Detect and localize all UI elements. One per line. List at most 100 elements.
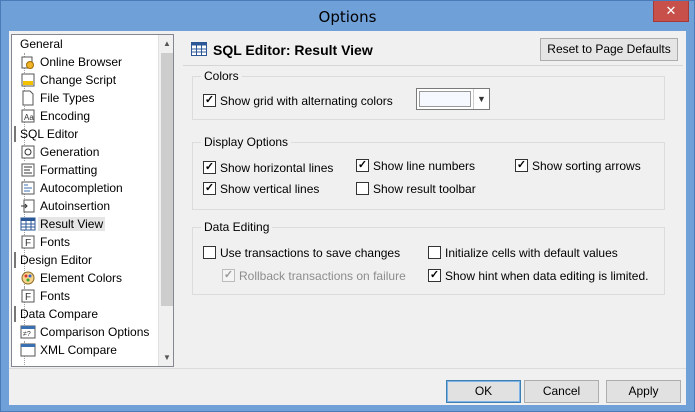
tree-item-file-types[interactable]: File Types bbox=[22, 89, 95, 107]
tree-category-design-editor[interactable]: Design Editor bbox=[20, 251, 92, 269]
checkbox-label: Show line numbers bbox=[373, 159, 476, 173]
pane-header: SQL Editor: Result View Reset to Page De… bbox=[183, 34, 683, 64]
generation-icon bbox=[21, 145, 35, 159]
close-button[interactable]: ✕ bbox=[653, 1, 689, 22]
checkbox-box[interactable]: ✓ bbox=[515, 159, 528, 172]
tree-label: Autoinsertion bbox=[40, 199, 111, 213]
checkbox-label: Show sorting arrows bbox=[532, 159, 641, 173]
tree-item-autocompletion[interactable]: Autocompletion bbox=[21, 179, 123, 197]
tree-label: File Types bbox=[40, 91, 95, 105]
checkbox-box[interactable]: ✓ bbox=[203, 94, 216, 107]
category-marker bbox=[14, 252, 16, 268]
checkbox-box[interactable] bbox=[356, 182, 369, 195]
group-label: Display Options bbox=[201, 135, 292, 149]
tree-label: Generation bbox=[40, 145, 100, 159]
tree-item-online-browser[interactable]: Online Browser bbox=[21, 53, 123, 71]
grid-icon bbox=[20, 217, 36, 231]
tree-item-autoinsertion[interactable]: Autoinsertion bbox=[21, 197, 111, 215]
tree-scrollbar[interactable]: ▲ ▼ bbox=[158, 35, 173, 366]
grid-icon bbox=[191, 42, 207, 56]
checkbox-box[interactable]: ✓ bbox=[203, 161, 216, 174]
svg-text:F: F bbox=[25, 238, 31, 249]
checkbox-label: Show vertical lines bbox=[220, 182, 320, 196]
tree-item-comparison-options[interactable]: ≠? Comparison Options bbox=[20, 323, 150, 341]
checkbox-label: Show hint when data editing is limited. bbox=[445, 269, 649, 283]
title-bar[interactable]: Options ✕ bbox=[1, 1, 694, 31]
checkbox-label: Show result toolbar bbox=[373, 182, 476, 196]
tree-category-data-compare[interactable]: Data Compare bbox=[20, 305, 98, 323]
tree-label: Change Script bbox=[40, 73, 117, 87]
window-title: Options bbox=[318, 8, 377, 26]
tree-label: SQL Editor bbox=[20, 127, 79, 141]
tree-item-fonts[interactable]: F Fonts bbox=[21, 233, 71, 251]
browser-icon bbox=[21, 56, 34, 69]
divider bbox=[183, 65, 683, 66]
cancel-button[interactable]: Cancel bbox=[524, 380, 599, 403]
checkbox-label: Use transactions to save changes bbox=[220, 246, 401, 260]
display-options-group: Display Options bbox=[192, 135, 665, 210]
checkbox-label: Initialize cells with default values bbox=[445, 246, 618, 260]
checkbox-box: ✓ bbox=[222, 269, 235, 282]
checkbox-label: Rollback transactions on failure bbox=[239, 269, 406, 283]
apply-button[interactable]: Apply bbox=[606, 380, 681, 403]
tree-category-general[interactable]: General bbox=[20, 35, 63, 53]
client-area: General Online Browser Change Script Fil… bbox=[9, 31, 686, 405]
tree-label: Encoding bbox=[40, 109, 91, 123]
tree-item-change-script[interactable]: Change Script bbox=[21, 71, 117, 89]
tree-label: Fonts bbox=[40, 235, 71, 249]
svg-text:Aa: Aa bbox=[24, 113, 34, 122]
options-tree[interactable]: General Online Browser Change Script Fil… bbox=[11, 34, 174, 367]
dialog-footer: OK Cancel Apply bbox=[9, 368, 686, 405]
checkbox-box[interactable] bbox=[203, 246, 216, 259]
tree-label: Comparison Options bbox=[40, 325, 150, 339]
tree-label: Online Browser bbox=[40, 55, 123, 69]
checkbox-box[interactable]: ✓ bbox=[428, 269, 441, 282]
page-title: SQL Editor: Result View bbox=[213, 42, 373, 58]
tree-label: Element Colors bbox=[40, 271, 123, 285]
svg-text:F: F bbox=[25, 292, 31, 303]
data-editing-group: Data Editing bbox=[192, 220, 665, 295]
palette-icon bbox=[21, 271, 35, 285]
group-label: Data Editing bbox=[201, 220, 273, 234]
tree-item-formatting[interactable]: Formatting bbox=[21, 161, 98, 179]
font-icon: F bbox=[21, 235, 35, 249]
tree-label: Fonts bbox=[40, 289, 71, 303]
script-icon bbox=[21, 73, 35, 87]
tree-label: Data Compare bbox=[20, 307, 99, 321]
tree-label: Design Editor bbox=[20, 253, 93, 267]
tree-item-generation[interactable]: Generation bbox=[21, 143, 100, 161]
tree-label: Formatting bbox=[40, 163, 98, 177]
ok-button[interactable]: OK bbox=[446, 380, 521, 403]
file-icon bbox=[22, 90, 34, 106]
tree-item-element-colors[interactable]: Element Colors bbox=[21, 269, 123, 287]
options-window: Options ✕ General Online Browser Change … bbox=[0, 0, 695, 412]
checkbox-label: Show horizontal lines bbox=[220, 161, 334, 175]
compare-icon: ≠? bbox=[20, 325, 36, 339]
tree-label: Autocompletion bbox=[40, 181, 123, 195]
color-swatch bbox=[419, 91, 471, 107]
tree-label: XML Compare bbox=[40, 343, 117, 357]
encoding-icon: Aa bbox=[21, 109, 35, 123]
tree-item-result-view[interactable]: Result View bbox=[20, 215, 106, 233]
checkbox-box[interactable]: ✓ bbox=[203, 182, 216, 195]
checkbox-box[interactable]: ✓ bbox=[356, 159, 369, 172]
tree-item-xml-compare[interactable]: XML Compare bbox=[20, 341, 117, 359]
font-icon: F bbox=[21, 289, 35, 303]
tree-item-fonts-design[interactable]: F Fonts bbox=[21, 287, 71, 305]
scroll-thumb[interactable] bbox=[161, 53, 173, 306]
tree-category-sql-editor[interactable]: SQL Editor bbox=[20, 125, 78, 143]
scroll-up-icon[interactable]: ▲ bbox=[159, 35, 173, 52]
category-marker bbox=[14, 306, 16, 322]
autoinsertion-icon bbox=[21, 199, 35, 213]
xml-icon bbox=[20, 343, 36, 357]
chevron-down-icon[interactable]: ▼ bbox=[473, 89, 489, 109]
scroll-down-icon[interactable]: ▼ bbox=[159, 349, 173, 366]
tree-item-encoding[interactable]: Aa Encoding bbox=[21, 107, 91, 125]
category-marker bbox=[14, 126, 16, 142]
color-picker[interactable]: ▼ bbox=[416, 88, 490, 110]
autocompletion-icon bbox=[21, 181, 35, 195]
tree-label: General bbox=[20, 37, 63, 51]
checkbox-box[interactable] bbox=[428, 246, 441, 259]
group-label: Colors bbox=[201, 69, 242, 83]
reset-defaults-button[interactable]: Reset to Page Defaults bbox=[540, 38, 678, 61]
